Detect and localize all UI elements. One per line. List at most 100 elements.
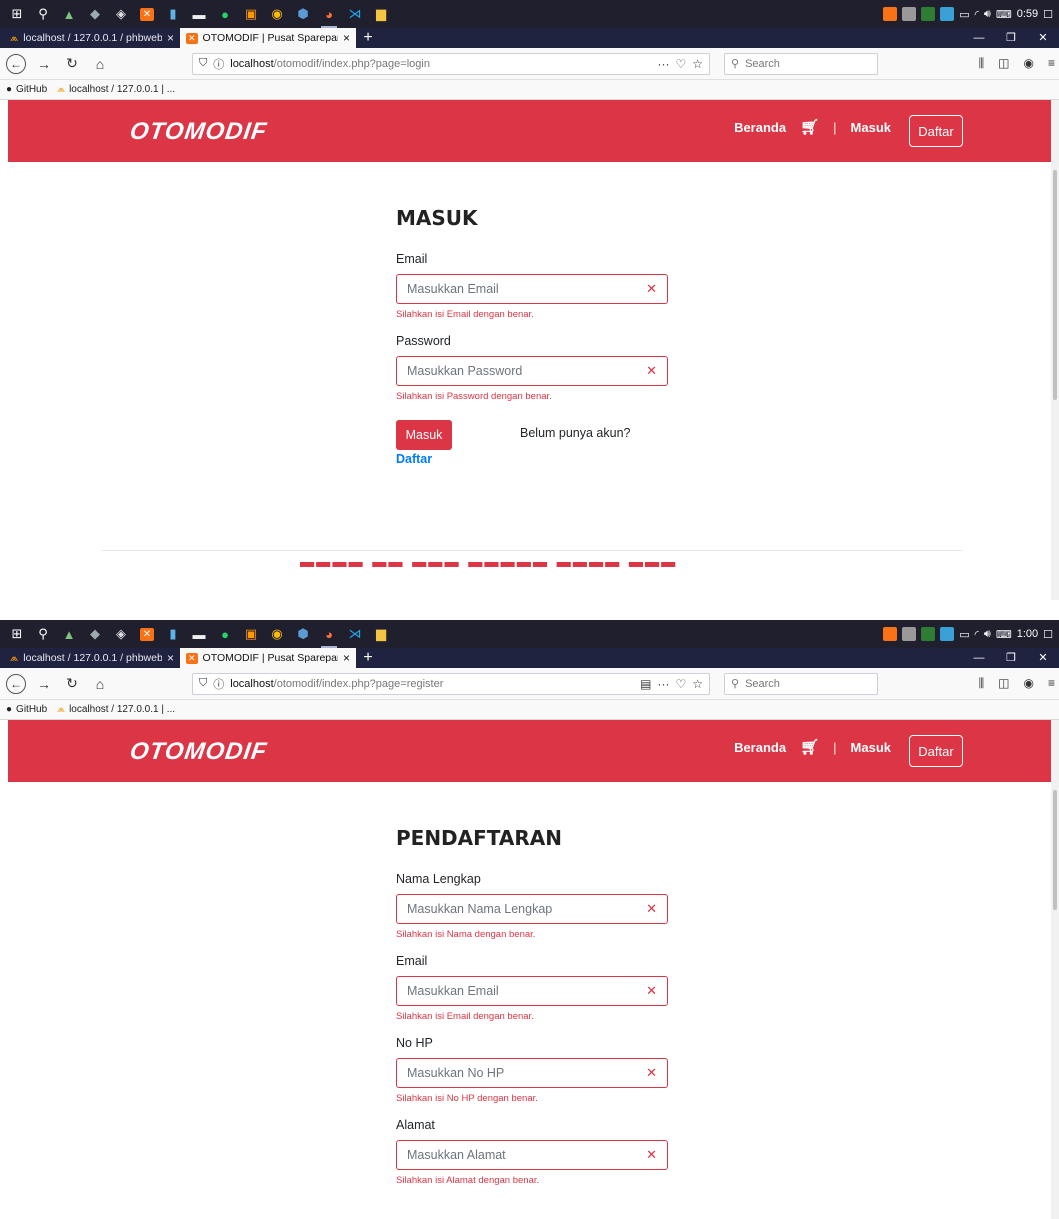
windows-start-icon[interactable]: ⊞ xyxy=(6,623,28,645)
nav-beranda[interactable]: Beranda xyxy=(734,120,786,135)
notification-icon[interactable]: ☐ xyxy=(1043,628,1053,641)
back-icon[interactable]: ← xyxy=(6,673,26,694)
library-icon[interactable]: ⫼ xyxy=(979,56,985,71)
app-icon[interactable]: ⬢ xyxy=(292,3,314,25)
account-icon[interactable]: ◉ xyxy=(1024,676,1034,691)
sublime-icon[interactable]: ▣ xyxy=(240,623,262,645)
tray-icon[interactable] xyxy=(902,7,917,21)
windows-start-icon[interactable]: ⊞ xyxy=(6,3,28,25)
reload-icon[interactable]: ↻ xyxy=(62,55,82,72)
cart-icon[interactable]: 🛒︎ xyxy=(800,738,819,756)
app-icon[interactable]: ◆ xyxy=(84,623,106,645)
site-logo[interactable]: OTOMODIF xyxy=(128,118,269,146)
keyboard-icon[interactable]: ⌨ xyxy=(996,8,1012,21)
chat-icon[interactable]: ▬ xyxy=(188,3,210,25)
more-icon[interactable]: ··· xyxy=(657,57,669,71)
file-explorer-icon[interactable]: ▆ xyxy=(370,623,392,645)
search-icon[interactable]: ⚲ xyxy=(32,3,54,25)
tab-otomodif[interactable]: ✕ OTOMODIF | Pusat Sparepart M × xyxy=(180,648,356,668)
chrome-icon[interactable]: ◉ xyxy=(266,3,288,25)
bookmark-github[interactable]: ● GitHub xyxy=(6,704,47,715)
pocket-icon[interactable]: ♡ xyxy=(675,677,686,691)
restore-icon[interactable]: ❐ xyxy=(995,648,1027,668)
nav-masuk[interactable]: Masuk xyxy=(851,740,891,755)
firefox-icon[interactable]: ◕ xyxy=(318,623,340,648)
menu-icon[interactable]: ≡ xyxy=(1048,676,1055,691)
cart-icon[interactable]: 🛒︎ xyxy=(800,118,819,136)
bookmark-localhost[interactable]: ⩕ localhost / 127.0.0.1 | ... xyxy=(57,704,175,715)
volume-icon[interactable]: 🔊︎ xyxy=(984,628,991,641)
bookmark-star-icon[interactable]: ☆ xyxy=(692,677,703,691)
new-tab-button[interactable]: + xyxy=(356,648,380,668)
notepad-icon[interactable]: ▮ xyxy=(162,3,184,25)
keyboard-icon[interactable]: ⌨ xyxy=(996,628,1012,641)
volume-icon[interactable]: 🔊︎ xyxy=(984,8,991,21)
login-submit-button[interactable]: Masuk xyxy=(396,420,452,450)
url-bar[interactable]: ⛉ ⓘ localhost/otomodif/index.php?page=re… xyxy=(192,672,710,695)
tray-icon[interactable] xyxy=(921,7,936,21)
nav-daftar-button[interactable]: Daftar xyxy=(909,735,963,767)
file-explorer-icon[interactable]: ▆ xyxy=(370,3,392,25)
scrollbar[interactable] xyxy=(1051,720,1059,1219)
tray-icon[interactable] xyxy=(940,627,955,641)
search-input[interactable]: ⚲ Search xyxy=(724,672,878,695)
address-input[interactable]: Masukkan Alamat ✕ xyxy=(396,1140,668,1170)
tray-icon[interactable] xyxy=(883,627,898,641)
forward-icon[interactable]: → xyxy=(34,676,54,692)
clock[interactable]: 0:59 xyxy=(1017,8,1038,20)
fullname-input[interactable]: Masukkan Nama Lengkap ✕ xyxy=(396,894,668,924)
register-link[interactable]: Daftar xyxy=(396,452,668,466)
tab-phpmyadmin[interactable]: ⩕ localhost / 127.0.0.1 / phbweb2 × xyxy=(4,648,180,668)
url-bar[interactable]: ⛉ ⓘ localhost/otomodif/index.php?page=lo… xyxy=(192,52,710,75)
wifi-icon[interactable]: ◜ xyxy=(975,8,979,21)
close-tab-icon[interactable]: × xyxy=(343,31,350,45)
app-icon[interactable]: ◈ xyxy=(110,3,132,25)
battery-icon[interactable]: ▭ xyxy=(959,8,969,21)
scrollbar[interactable] xyxy=(1051,100,1059,600)
back-icon[interactable]: ← xyxy=(6,53,26,74)
close-tab-icon[interactable]: × xyxy=(167,31,174,45)
pocket-icon[interactable]: ♡ xyxy=(675,57,686,71)
chrome-icon[interactable]: ◉ xyxy=(266,623,288,645)
notification-icon[interactable]: ☐ xyxy=(1043,8,1053,21)
library-icon[interactable]: ⫼ xyxy=(979,676,985,691)
email-input[interactable]: Masukkan Email ✕ xyxy=(396,274,668,304)
search-input[interactable]: ⚲ Search xyxy=(724,52,878,75)
minimize-icon[interactable]: — xyxy=(963,648,995,668)
bookmark-localhost[interactable]: ⩕ localhost / 127.0.0.1 | ... xyxy=(57,84,175,95)
bookmark-github[interactable]: ● GitHub xyxy=(6,84,47,95)
app-icon[interactable]: ◈ xyxy=(110,623,132,645)
account-icon[interactable]: ◉ xyxy=(1024,56,1034,71)
vscode-icon[interactable]: ⋊ xyxy=(344,3,366,25)
forward-icon[interactable]: → xyxy=(34,56,54,72)
reload-icon[interactable]: ↻ xyxy=(62,675,82,692)
notepad-icon[interactable]: ▮ xyxy=(162,623,184,645)
phone-input[interactable]: Masukkan No HP ✕ xyxy=(396,1058,668,1088)
reader-view-icon[interactable]: ▤ xyxy=(640,677,651,691)
chat-icon[interactable]: ▬ xyxy=(188,623,210,645)
whatsapp-icon[interactable]: ● xyxy=(214,623,236,645)
clock[interactable]: 1:00 xyxy=(1017,628,1038,640)
nav-daftar-button[interactable]: Daftar xyxy=(909,115,963,147)
restore-icon[interactable]: ❐ xyxy=(995,28,1027,48)
close-window-icon[interactable]: ✕ xyxy=(1027,648,1059,668)
close-tab-icon[interactable]: × xyxy=(343,651,350,665)
android-studio-icon[interactable]: ▲ xyxy=(58,623,80,645)
more-icon[interactable]: ··· xyxy=(657,677,669,691)
tray-icon[interactable] xyxy=(940,7,955,21)
battery-icon[interactable]: ▭ xyxy=(959,628,969,641)
home-icon[interactable]: ⌂ xyxy=(90,676,110,692)
email-input[interactable]: Masukkan Email ✕ xyxy=(396,976,668,1006)
tray-icon[interactable] xyxy=(921,627,936,641)
vscode-icon[interactable]: ⋊ xyxy=(344,623,366,645)
new-tab-button[interactable]: + xyxy=(356,28,380,48)
bookmark-star-icon[interactable]: ☆ xyxy=(692,57,703,71)
close-tab-icon[interactable]: × xyxy=(167,651,174,665)
close-window-icon[interactable]: ✕ xyxy=(1027,28,1059,48)
xampp-icon[interactable]: ✕ xyxy=(136,623,158,645)
app-icon[interactable]: ⬢ xyxy=(292,623,314,645)
nav-beranda[interactable]: Beranda xyxy=(734,740,786,755)
sidebar-icon[interactable]: ◫ xyxy=(998,676,1009,691)
password-input[interactable]: Masukkan Password ✕ xyxy=(396,356,668,386)
app-icon[interactable]: ◆ xyxy=(84,3,106,25)
